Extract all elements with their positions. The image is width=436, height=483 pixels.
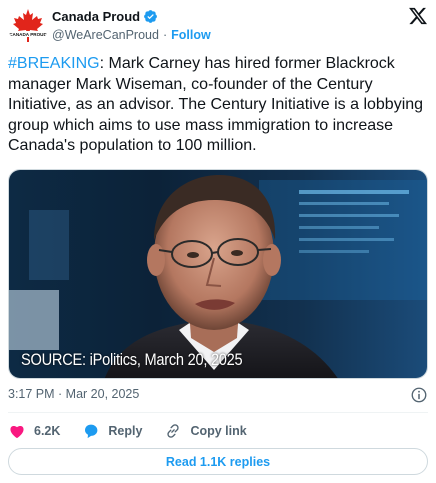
link-icon — [167, 424, 180, 438]
tweet-header: CANADA PROUD Canada Proud @WeAreCanProud… — [8, 6, 428, 46]
portrait-photo — [9, 170, 427, 378]
verified-badge-icon — [144, 10, 158, 23]
reply-bubble-icon — [85, 424, 98, 439]
copy-link-button[interactable]: Copy link — [164, 422, 247, 440]
reply-label: Reply — [108, 424, 143, 438]
display-name[interactable]: Canada Proud — [52, 9, 140, 24]
photo-source-caption: SOURCE: iPolitics, March 20, 2025 — [21, 350, 243, 369]
copy-link-label: Copy link — [190, 424, 247, 438]
heart-icon — [10, 426, 24, 439]
avatar-text: CANADA PROUD — [9, 32, 47, 37]
tweet-meta: 3:17 PM · Mar 20, 2025 — [8, 387, 428, 405]
info-icon[interactable] — [410, 386, 428, 404]
tweet-actions: 6.2K Reply Copy link — [8, 421, 428, 441]
tweet-photo[interactable]: SOURCE: iPolitics, March 20, 2025 — [8, 169, 428, 379]
maple-leaf-icon: CANADA PROUD — [8, 6, 48, 46]
avatar[interactable]: CANADA PROUD — [8, 6, 48, 46]
author-names: Canada Proud @WeAreCanProud · Follow — [52, 8, 211, 42]
read-replies-button[interactable]: Read 1.1K replies — [8, 448, 428, 475]
timestamp[interactable]: 3:17 PM · Mar 20, 2025 — [8, 387, 139, 401]
divider — [8, 412, 428, 413]
separator-dot: · — [162, 28, 168, 42]
reply-button[interactable]: Reply — [82, 422, 142, 440]
read-replies-label: Read 1.1K replies — [165, 454, 271, 469]
follow-button[interactable]: Follow — [171, 28, 211, 42]
like-count: 6.2K — [34, 424, 61, 438]
hashtag-link[interactable]: #BREAKING — [8, 55, 100, 72]
like-button[interactable]: 6.2K — [8, 422, 60, 440]
author-handle[interactable]: @WeAreCanProud — [52, 28, 159, 42]
x-logo-icon[interactable] — [408, 6, 428, 26]
tweet-text: #BREAKING: Mark Carney has hired former … — [8, 54, 428, 157]
